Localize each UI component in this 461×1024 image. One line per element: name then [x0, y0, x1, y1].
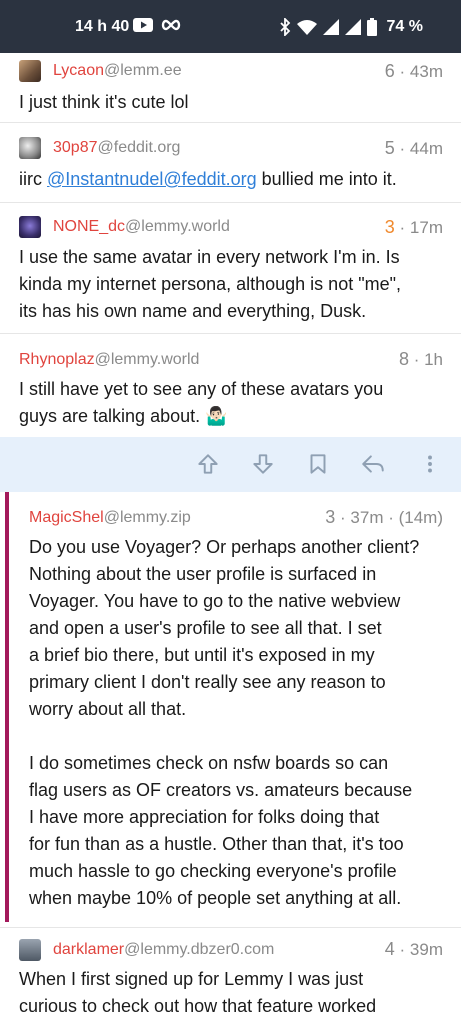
- youtube-notification-icon: [133, 18, 153, 32]
- downvote-icon[interactable]: [250, 451, 276, 477]
- comment-score: 4 · 39m: [384, 939, 443, 959]
- username[interactable]: Lycaon: [53, 62, 104, 80]
- comment-30p87[interactable]: 30p87 @feddit.org 5 · 44m iirc @Instantnu…: [0, 123, 461, 203]
- mention-link[interactable]: @Instantnudel@feddit.org: [47, 169, 257, 189]
- comment-body: Do you use Voyager? Or perhaps another c…: [29, 537, 420, 908]
- thread-depth-indicator: [5, 492, 9, 922]
- bluetooth-icon: [279, 18, 290, 36]
- upvote-icon[interactable]: [195, 451, 221, 477]
- comment-action-bar: [0, 437, 461, 492]
- reply-icon[interactable]: [360, 451, 386, 477]
- status-bar: 14 h 40 74 %: [0, 0, 461, 53]
- comment-body: I just think it's cute lol: [19, 92, 189, 112]
- username[interactable]: Rhynoplaz: [19, 351, 95, 369]
- more-options-icon[interactable]: [417, 451, 443, 477]
- battery-percent: 74 %: [386, 18, 423, 35]
- avatar[interactable]: [19, 939, 41, 961]
- username[interactable]: NONE_dc: [53, 218, 125, 236]
- comment-score: 3 · 17m: [384, 217, 443, 237]
- comment-body: I still have yet to see any of these ava…: [19, 379, 384, 426]
- comment-darklamer[interactable]: darklamer @lemmy.dbzer0.com 4 · 39m When …: [0, 928, 461, 1024]
- avatar[interactable]: [19, 137, 41, 159]
- infinity-notification-icon: [161, 19, 181, 31]
- status-time: 14 h 40: [75, 18, 130, 35]
- instance: @feddit.org: [97, 139, 181, 156]
- comment-score: 6 · 43m: [384, 61, 443, 81]
- username[interactable]: MagicShel: [29, 509, 104, 527]
- comment-score: 3 · 37m · (14m): [325, 507, 443, 527]
- signal-icon-1: [322, 19, 339, 35]
- avatar[interactable]: [19, 60, 41, 82]
- username[interactable]: 30p87: [53, 139, 98, 157]
- comment-magicshel[interactable]: MagicShel @lemmy.zip 3 · 37m · (14m) Do y…: [0, 492, 461, 928]
- comment-rhynoplaz[interactable]: Rhynoplaz @lemmy.world 8 · 1h I still hav…: [0, 334, 461, 437]
- instance: @lemmy.world: [125, 218, 230, 235]
- wifi-icon: [296, 20, 317, 35]
- comment-none-dc[interactable]: NONE_dc @lemmy.world 3 · 17m I use the sa…: [0, 203, 461, 334]
- instance: @lemmy.world: [94, 351, 200, 368]
- instance: @lemmy.dbzer0.com: [124, 941, 275, 958]
- battery-icon: [366, 18, 377, 36]
- signal-icon-2: [344, 19, 361, 35]
- comment-body: iirc @Instantnudel@feddit.org bullied me…: [19, 169, 397, 189]
- comment-body: I use the same avatar in every network I…: [19, 247, 401, 321]
- instance: @lemm.ee: [104, 62, 182, 79]
- comment-score: 5 · 44m: [384, 138, 443, 158]
- username[interactable]: darklamer: [53, 941, 124, 959]
- comment-score: 8 · 1h: [398, 349, 443, 369]
- instance: @lemmy.zip: [103, 509, 191, 526]
- avatar[interactable]: [19, 216, 41, 238]
- bookmark-icon[interactable]: [305, 451, 331, 477]
- comment-lycaon[interactable]: Lycaon @lemm.ee 6 · 43m I just think it's…: [0, 53, 461, 123]
- comment-body: When I first signed up for Lemmy I was j…: [19, 969, 377, 1016]
